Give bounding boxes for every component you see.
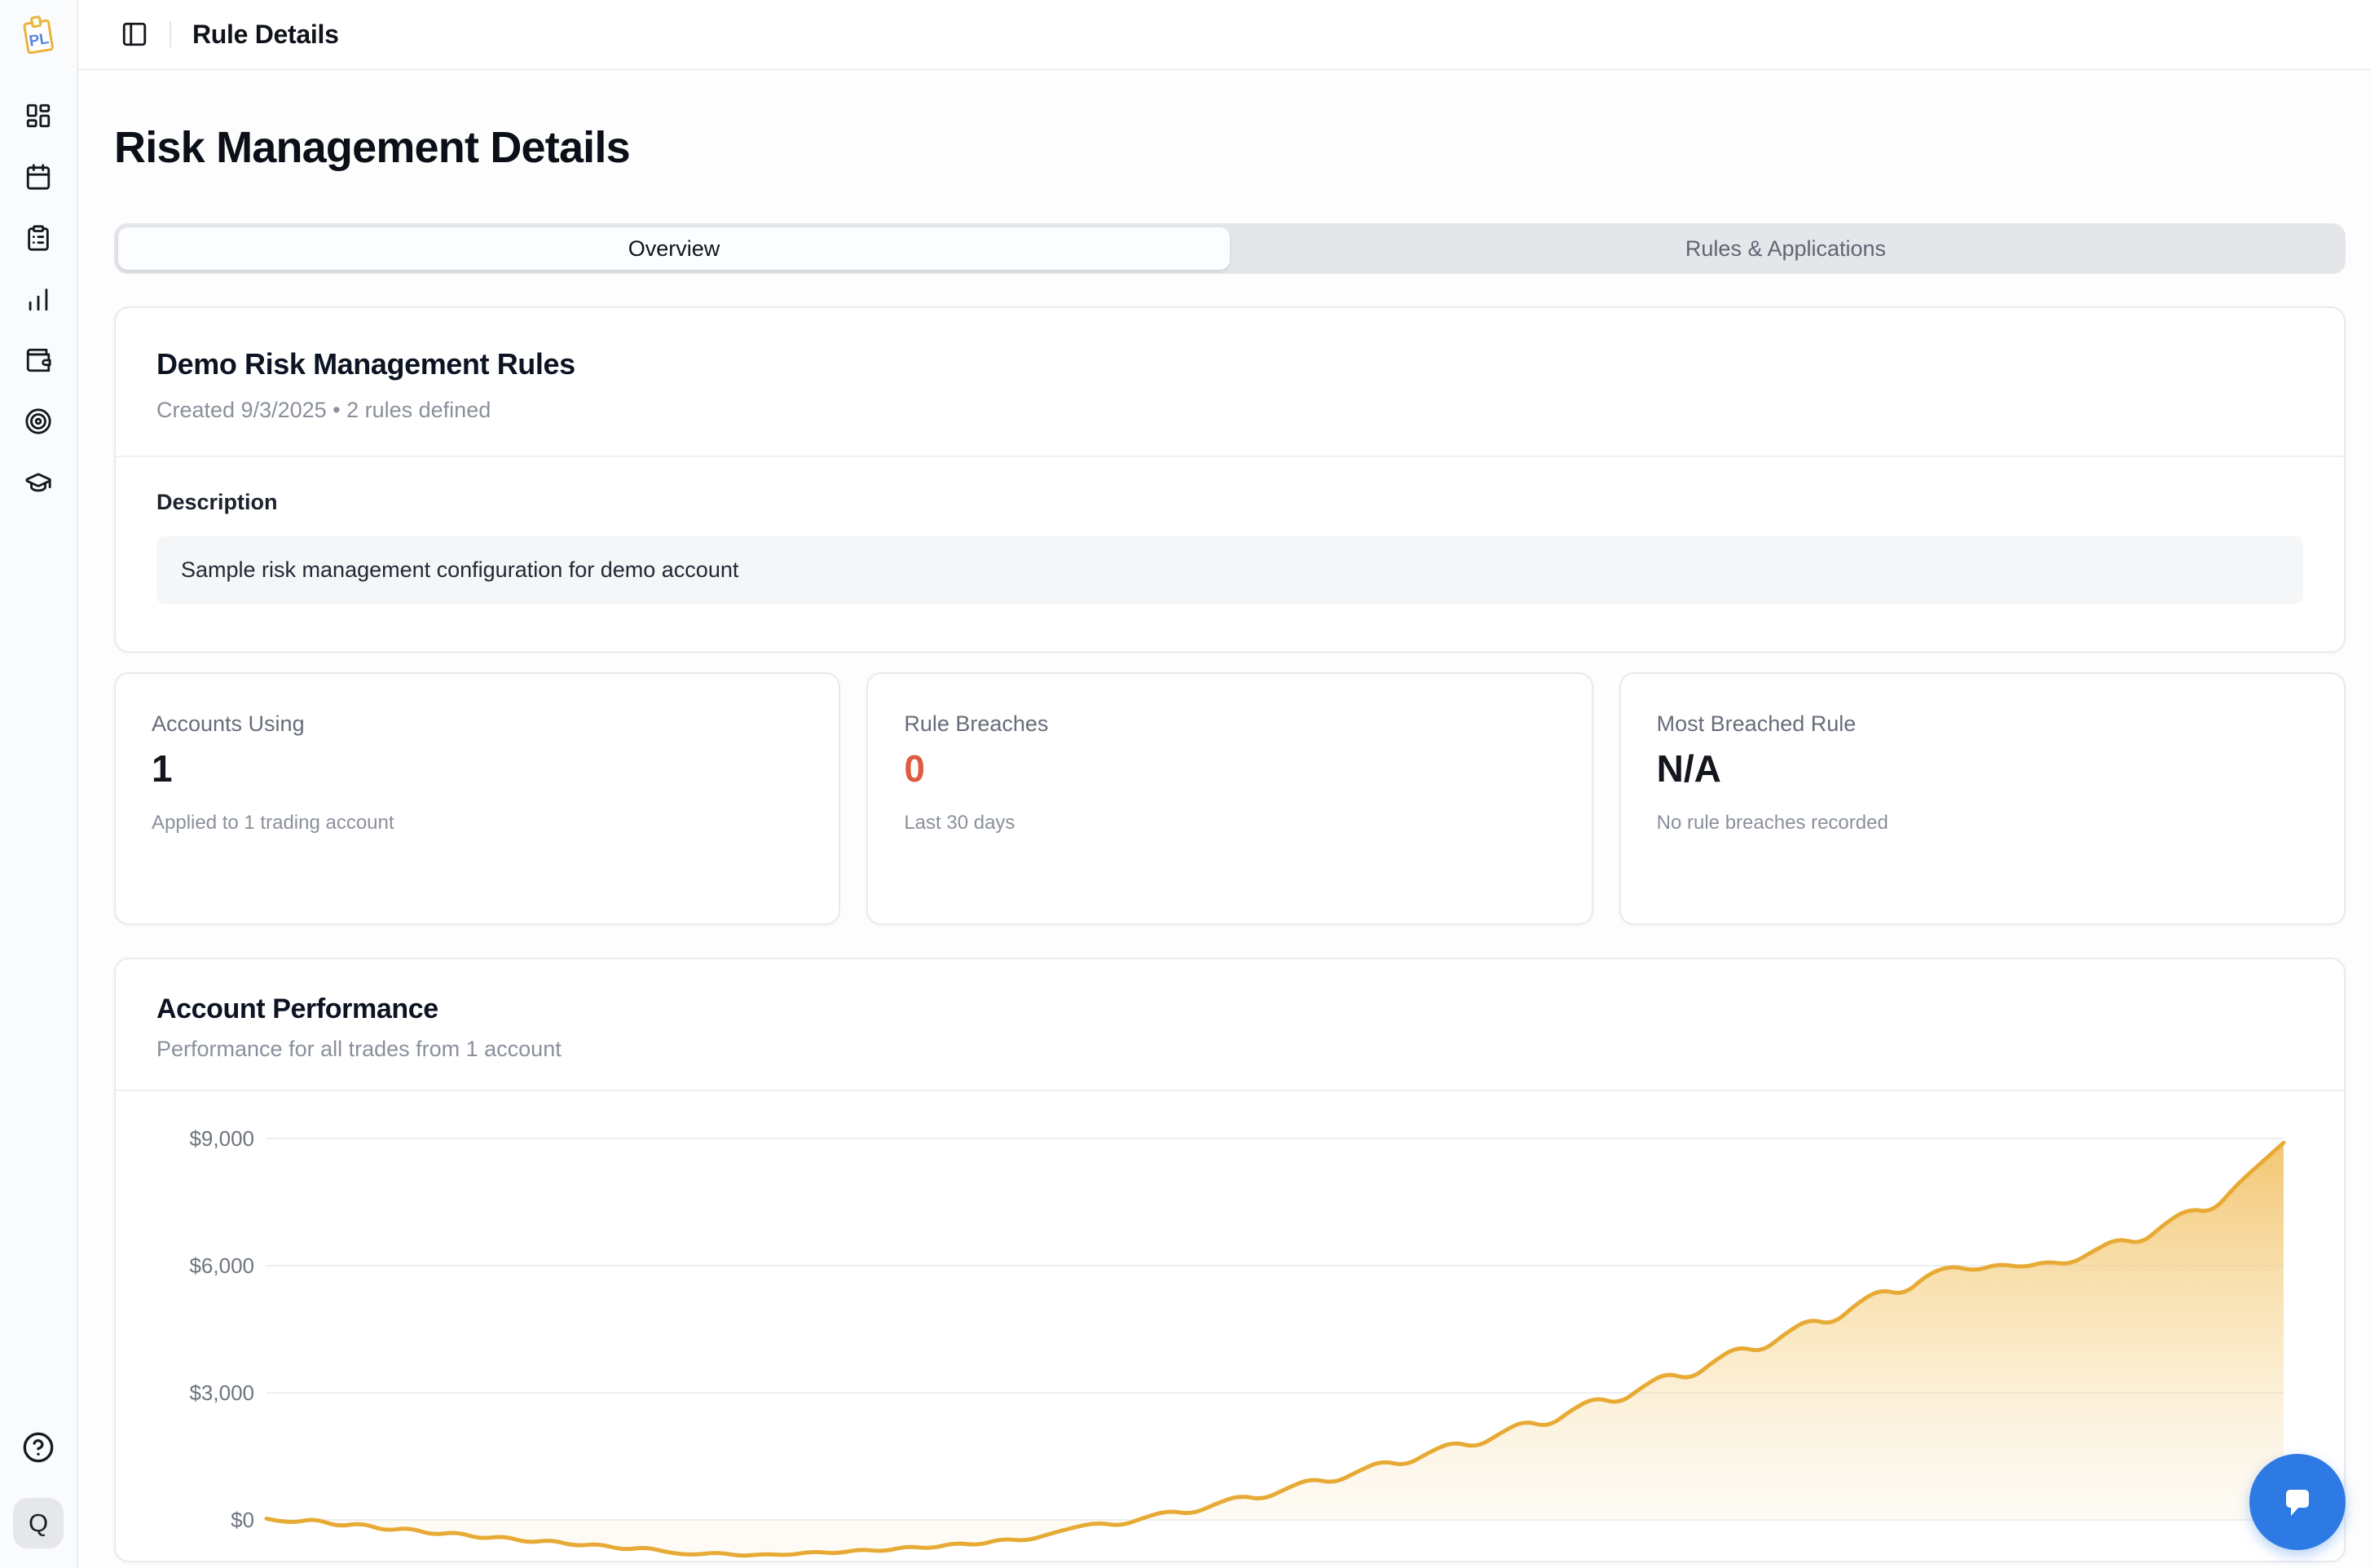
y-axis-tick-label: $9,000 bbox=[189, 1126, 254, 1151]
sidebar-nav bbox=[24, 102, 52, 496]
stat-card-accounts-using: Accounts Using 1 Applied to 1 trading ac… bbox=[114, 672, 840, 925]
performance-card-header: Account Performance Performance for all … bbox=[116, 959, 2344, 1091]
logo-text: PL bbox=[28, 30, 51, 51]
stats-row: Accounts Using 1 Applied to 1 trading ac… bbox=[114, 672, 2346, 925]
stat-label: Most Breached Rule bbox=[1657, 711, 2308, 737]
sidebar-item-accounts[interactable] bbox=[24, 346, 52, 374]
y-axis-tick-label: $0 bbox=[231, 1508, 254, 1532]
sidebar-item-calendar[interactable] bbox=[24, 163, 52, 191]
sidebar-item-education[interactable] bbox=[24, 469, 52, 496]
stat-subtext: No rule breaches recorded bbox=[1657, 812, 2308, 835]
wallet-icon bbox=[24, 346, 52, 374]
rule-name: Demo Risk Management Rules bbox=[156, 347, 2303, 381]
y-axis-tick-label: $6,000 bbox=[189, 1253, 254, 1278]
sidebar-item-dashboard[interactable] bbox=[24, 102, 52, 130]
page-title: Risk Management Details bbox=[114, 122, 2346, 173]
breadcrumb-title: Rule Details bbox=[192, 20, 339, 50]
performance-title: Account Performance bbox=[156, 993, 2303, 1025]
help-circle-icon bbox=[22, 1431, 55, 1464]
stat-card-rule-breaches: Rule Breaches 0 Last 30 days bbox=[866, 672, 1592, 925]
rule-meta: Created 9/3/2025 • 2 rules defined bbox=[156, 398, 2303, 423]
calendar-icon bbox=[24, 163, 52, 191]
performance-subtitle: Performance for all trades from 1 accoun… bbox=[156, 1037, 2303, 1062]
sidebar-item-risk-rules[interactable] bbox=[24, 407, 52, 435]
tab-overview[interactable]: Overview bbox=[118, 227, 1230, 270]
stat-value: N/A bbox=[1657, 747, 2308, 791]
app-logo[interactable]: PL bbox=[16, 11, 60, 59]
rule-card-body: Description Sample risk management confi… bbox=[116, 457, 2344, 604]
account-performance-card: Account Performance Performance for all … bbox=[114, 958, 2346, 1562]
clipboard-list-icon bbox=[24, 224, 52, 252]
y-axis-tick-label: $3,000 bbox=[189, 1381, 254, 1405]
header-divider bbox=[170, 21, 171, 47]
bar-chart-icon bbox=[24, 285, 52, 313]
stat-value: 0 bbox=[904, 747, 1555, 791]
sidebar-toggle-button[interactable] bbox=[121, 20, 148, 48]
sidebar-item-analytics[interactable] bbox=[24, 285, 52, 313]
graduation-cap-icon bbox=[24, 469, 52, 496]
rule-summary-card: Demo Risk Management Rules Created 9/3/2… bbox=[114, 306, 2346, 653]
stat-label: Accounts Using bbox=[152, 711, 803, 737]
stat-subtext: Last 30 days bbox=[904, 812, 1555, 835]
target-icon bbox=[24, 407, 52, 435]
chat-launcher-button[interactable] bbox=[2249, 1454, 2346, 1550]
tablist: Overview Rules & Applications bbox=[114, 223, 2346, 274]
performance-chart-area: $9,000 $6,000 $3,000 $0 bbox=[116, 1091, 2344, 1561]
chat-bubble-icon bbox=[2273, 1478, 2322, 1526]
stat-subtext: Applied to 1 trading account bbox=[152, 812, 803, 835]
stat-label: Rule Breaches bbox=[904, 711, 1555, 737]
stat-card-most-breached: Most Breached Rule N/A No rule breaches … bbox=[1619, 672, 2346, 925]
clipboard-logo-icon: PL bbox=[16, 11, 60, 55]
sidebar-item-journal[interactable] bbox=[24, 224, 52, 252]
panel-left-icon bbox=[121, 20, 148, 48]
help-button[interactable] bbox=[22, 1431, 55, 1464]
main-content: Risk Management Details Overview Rules &… bbox=[78, 70, 2370, 1568]
tab-rules-applications[interactable]: Rules & Applications bbox=[1230, 227, 2341, 270]
rule-card-header: Demo Risk Management Rules Created 9/3/2… bbox=[116, 308, 2344, 457]
stat-value: 1 bbox=[152, 747, 803, 791]
user-avatar[interactable]: Q bbox=[13, 1498, 64, 1548]
top-header: Rule Details bbox=[78, 0, 2370, 70]
sidebar: PL bbox=[0, 0, 78, 1568]
area-chart: $9,000 $6,000 $3,000 $0 bbox=[148, 1121, 2316, 1561]
description-label: Description bbox=[156, 490, 2303, 515]
description-value: Sample risk management configuration for… bbox=[156, 536, 2303, 604]
dashboard-icon bbox=[24, 102, 52, 130]
sidebar-bottom: Q bbox=[13, 1431, 64, 1548]
